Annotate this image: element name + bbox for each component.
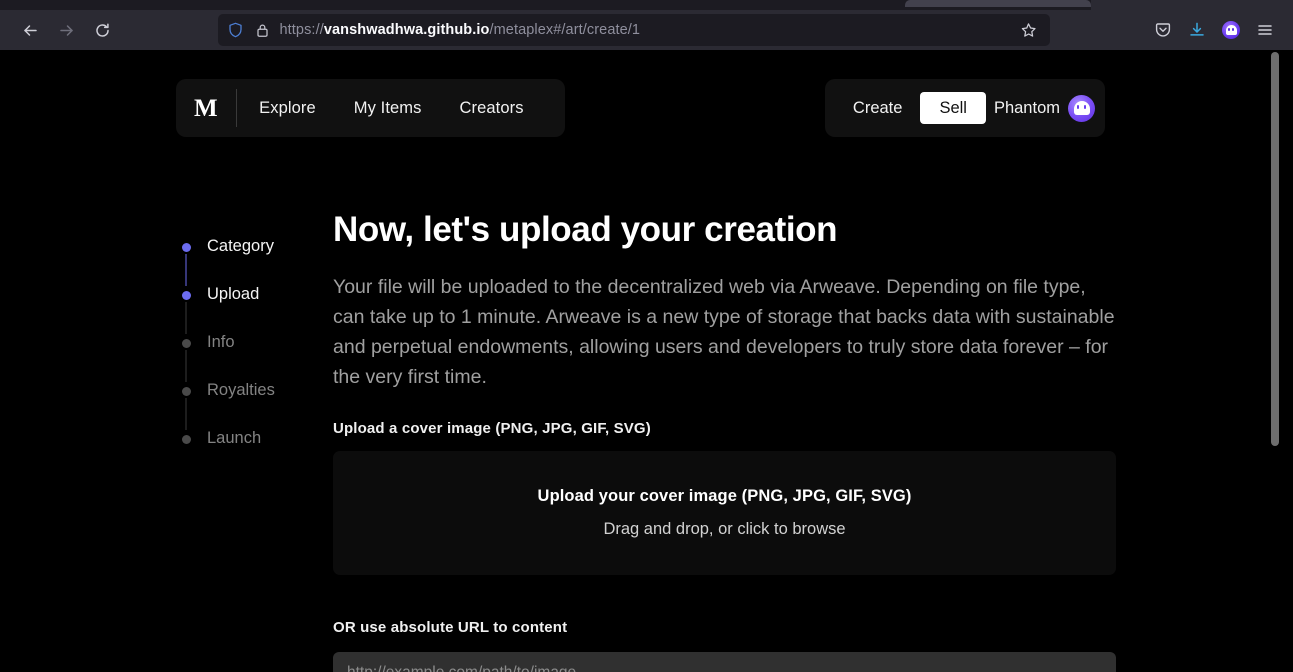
url-host: vanshwadhwa.github.io [323,22,490,38]
page-description: Your file will be uploaded to the decent… [333,275,1115,388]
browser-toolbar: https://vanshwadhwa.github.io/metaplex#/… [0,10,1293,50]
urlbar-container: https://vanshwadhwa.github.io/metaplex#/… [120,14,1147,46]
absolute-url-label: OR use absolute URL to content [333,618,568,636]
step-connector [185,350,187,382]
phantom-wallet-extension-icon[interactable] [1215,14,1247,46]
hamburger-menu-icon[interactable] [1249,14,1281,46]
main-content: Category Upload Info Royalties Launch No… [0,208,1281,672]
step-launch[interactable]: Launch [176,429,333,477]
browser-nav-buttons [12,14,120,46]
upload-panel: Now, let's upload your creation Your fil… [333,208,1116,672]
step-label-launch[interactable]: Launch [196,430,261,447]
header-actions: Create Sell Phantom [824,79,1105,137]
lock-icon[interactable] [253,20,273,40]
step-info[interactable]: Info [176,333,333,382]
browser-tab[interactable] [905,0,1091,7]
forward-button[interactable] [48,14,84,46]
step-marker [176,381,196,430]
page-title: Now, let's upload your creation [333,210,838,249]
nav-divider [236,89,238,127]
download-icon[interactable] [1181,14,1213,46]
browser-toolbar-right [1147,14,1281,46]
step-marker [176,237,196,286]
step-label-info[interactable]: Info [196,334,235,351]
step-label-upload[interactable]: Upload [196,286,259,303]
wallet-button[interactable]: Phantom [990,94,1095,122]
step-category[interactable]: Category [176,237,333,286]
sell-button[interactable]: Sell [920,91,986,125]
brand-logo[interactable]: M [194,96,236,121]
step-dot [181,387,191,396]
dropzone-subtitle: Drag and drop, or click to browse [603,519,846,538]
step-dot [181,435,191,444]
step-dot [181,291,191,300]
step-connector [185,302,187,334]
step-marker [176,285,196,334]
back-button[interactable] [12,14,48,46]
step-royalties[interactable]: Royalties [176,381,333,430]
page-scrollbar[interactable] [1269,50,1281,672]
star-icon[interactable] [1016,17,1042,43]
phantom-ghost-icon [1222,21,1240,39]
scrollbar-thumb[interactable] [1271,52,1279,446]
dropzone-title: Upload your cover image (PNG, JPG, GIF, … [537,486,912,505]
absolute-url-input[interactable] [333,651,1116,672]
browser-tabstrip [0,0,1293,10]
step-upload[interactable]: Upload [176,285,333,334]
step-dot [181,339,191,348]
nav-links: Explore My Items Creators [259,99,542,118]
browser-chrome: https://vanshwadhwa.github.io/metaplex#/… [0,0,1293,50]
create-button[interactable]: Create [839,100,917,117]
step-label-royalties[interactable]: Royalties [196,382,275,399]
step-label-category[interactable]: Category [196,238,274,255]
step-dot [181,243,191,252]
tabstrip-spacer [1091,0,1293,10]
nav-link-creators[interactable]: Creators [440,99,542,118]
step-marker [176,333,196,382]
url-path: /metaplex#/art/create/1 [489,22,641,38]
wallet-label: Phantom [993,98,1060,117]
address-bar[interactable]: https://vanshwadhwa.github.io/metaplex#/… [217,14,1050,46]
pocket-icon[interactable] [1147,14,1179,46]
url-text[interactable]: https://vanshwadhwa.github.io/metaplex#/… [280,22,1009,38]
primary-nav: M Explore My Items Creators [176,79,565,137]
step-connector [185,398,187,430]
step-marker [176,429,196,444]
cover-image-label: Upload a cover image (PNG, JPG, GIF, SVG… [333,419,651,437]
reload-button[interactable] [84,14,120,46]
step-connector [185,254,187,286]
site-header: M Explore My Items Creators Create Sell … [0,79,1281,137]
url-scheme: https:// [279,22,324,38]
cover-image-dropzone[interactable]: Upload your cover image (PNG, JPG, GIF, … [333,450,1116,575]
create-stepper: Category Upload Info Royalties Launch [176,208,333,672]
page-content: M Explore My Items Creators Create Sell … [0,50,1281,672]
page-viewport: M Explore My Items Creators Create Sell … [0,50,1293,672]
nav-link-explore[interactable]: Explore [259,99,335,118]
nav-link-my-items[interactable]: My Items [335,99,441,118]
shield-icon[interactable] [226,20,246,40]
phantom-ghost-icon [1068,94,1095,122]
